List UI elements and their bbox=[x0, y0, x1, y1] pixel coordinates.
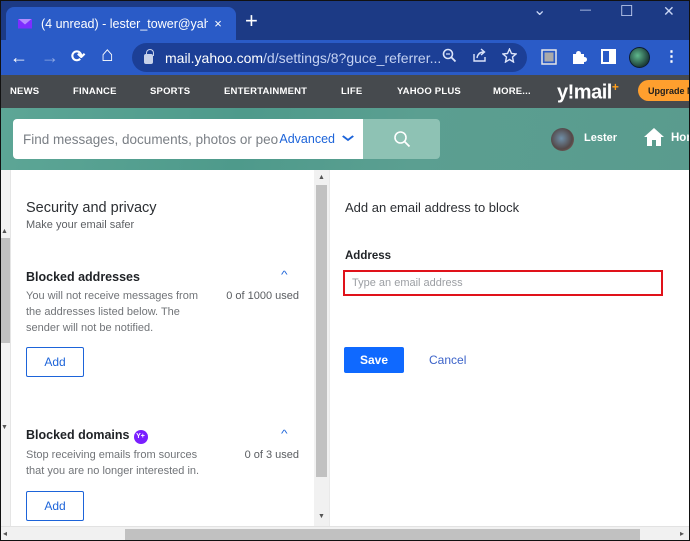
collapse-caret-icon[interactable]: ^ bbox=[281, 429, 288, 440]
mail-header: Find messages, documents, photos or peo … bbox=[0, 108, 690, 170]
home-button[interactable]: ⌂ bbox=[101, 44, 114, 66]
save-button[interactable]: Save bbox=[344, 347, 404, 373]
nav-entertainment[interactable]: ENTERTAINMENT bbox=[224, 86, 307, 97]
scrollbar-thumb[interactable] bbox=[316, 185, 327, 477]
scroll-up-arrow[interactable]: ▲ bbox=[1, 228, 8, 235]
blocked-addresses-title: Blocked addresses bbox=[26, 270, 140, 284]
yahoo-mail-logo[interactable]: y!mail+ bbox=[557, 80, 619, 105]
blocked-addresses-description: You will not receive messages from the a… bbox=[26, 290, 199, 334]
browser-toolbar: ← → ⟳ ⌂ mail.yahoo.com/d/settings/8?guce… bbox=[0, 40, 690, 75]
blocked-domains-description: Stop receiving emails from sources that … bbox=[26, 449, 200, 477]
horizontal-scrollbar[interactable]: ◂ ▸ bbox=[0, 526, 690, 541]
reload-button[interactable]: ⟳ bbox=[71, 46, 85, 68]
email-address-input[interactable] bbox=[343, 270, 663, 296]
search-input[interactable]: Find messages, documents, photos or peo bbox=[23, 132, 279, 147]
scrollbar-thumb[interactable] bbox=[1, 238, 10, 343]
address-label: Address bbox=[345, 250, 392, 262]
nav-sports[interactable]: SPORTS bbox=[150, 86, 190, 97]
collapse-caret-icon[interactable]: ^ bbox=[281, 270, 288, 281]
nav-yahoo-plus[interactable]: YAHOO PLUS bbox=[397, 86, 461, 97]
upgrade-button[interactable]: Upgrade Now bbox=[638, 80, 690, 101]
add-blocked-domain-button[interactable]: Add bbox=[26, 491, 84, 521]
close-window-button[interactable]: ✕ bbox=[663, 3, 675, 20]
tab-search-icon[interactable]: ⌄ bbox=[533, 0, 546, 20]
yahoo-plus-badge-icon: Y+ bbox=[133, 430, 148, 444]
lock-icon bbox=[144, 49, 154, 64]
browser-menu-icon[interactable]: ⋮ bbox=[664, 49, 679, 65]
bookmark-star-icon[interactable] bbox=[501, 47, 518, 67]
profile-avatar[interactable] bbox=[629, 47, 650, 68]
blocked-addresses-usage: 0 of 1000 used bbox=[226, 290, 299, 302]
search-icon bbox=[393, 131, 410, 148]
search-button[interactable] bbox=[363, 119, 440, 159]
user-avatar[interactable] bbox=[551, 128, 574, 151]
browser-tab-bar: (4 unread) - lester_tower@yahoo.com × + … bbox=[0, 0, 690, 40]
nav-finance[interactable]: FINANCE bbox=[73, 86, 117, 97]
scroll-down-arrow[interactable]: ▼ bbox=[1, 424, 8, 431]
zoom-icon[interactable] bbox=[442, 48, 457, 67]
left-pane-scrollbar[interactable]: ▲ ▼ bbox=[314, 170, 329, 526]
scroll-down-arrow[interactable]: ▼ bbox=[318, 513, 325, 520]
blocked-domains-label: Blocked domains bbox=[26, 428, 130, 442]
nav-life[interactable]: LIFE bbox=[341, 86, 362, 97]
new-tab-button[interactable]: + bbox=[245, 10, 258, 32]
yahoo-top-nav: NEWS FINANCE SPORTS ENTERTAINMENT LIFE Y… bbox=[0, 75, 690, 108]
share-icon[interactable] bbox=[472, 48, 488, 67]
maximize-button[interactable]: ☐ bbox=[620, 2, 633, 20]
back-button[interactable]: ← bbox=[10, 46, 28, 68]
outer-left-scrollbar[interactable]: ▲ ▼ bbox=[0, 170, 11, 526]
section-subtitle: Make your email safer bbox=[26, 219, 135, 231]
yahoo-mail-favicon-icon bbox=[18, 18, 32, 29]
nav-news[interactable]: NEWS bbox=[10, 86, 39, 97]
forward-button[interactable]: → bbox=[41, 46, 59, 68]
advanced-search-link[interactable]: Advanced bbox=[279, 132, 335, 146]
logo-text: y!mail bbox=[557, 81, 612, 104]
address-bar[interactable]: mail.yahoo.com/d/settings/8?guce_referre… bbox=[132, 43, 527, 72]
extensions-puzzle-icon[interactable] bbox=[571, 49, 587, 69]
home-icon[interactable] bbox=[643, 127, 665, 152]
home-link[interactable]: Home bbox=[671, 132, 690, 144]
add-blocked-address-button[interactable]: Add bbox=[26, 347, 84, 377]
logo-plus: + bbox=[611, 80, 619, 94]
url-host: mail.yahoo.com bbox=[165, 49, 264, 66]
user-name[interactable]: Lester bbox=[584, 132, 617, 144]
tab-title: (4 unread) - lester_tower@yahoo.com bbox=[41, 16, 208, 31]
chevron-down-icon[interactable] bbox=[342, 133, 355, 145]
browser-tab[interactable]: (4 unread) - lester_tower@yahoo.com × bbox=[6, 7, 236, 40]
add-block-title: Add an email address to block bbox=[345, 200, 520, 215]
minimize-button[interactable]: — bbox=[580, 4, 591, 16]
scroll-right-arrow[interactable]: ▸ bbox=[680, 529, 684, 538]
nav-more[interactable]: MORE... bbox=[493, 86, 531, 97]
pane-divider bbox=[329, 170, 330, 526]
scrollbar-thumb[interactable] bbox=[125, 529, 640, 540]
search-box[interactable]: Find messages, documents, photos or peo … bbox=[13, 119, 363, 159]
scroll-up-arrow[interactable]: ▲ bbox=[318, 174, 325, 181]
blocked-domains-usage: 0 of 3 used bbox=[244, 449, 299, 461]
scroll-left-arrow[interactable]: ◂ bbox=[3, 529, 7, 538]
cancel-button[interactable]: Cancel bbox=[429, 353, 466, 367]
url-path: /d/settings/8?guce_referrer... bbox=[263, 49, 442, 66]
blocked-domains-title: Blocked domains Y+ bbox=[26, 428, 148, 444]
close-tab-icon[interactable]: × bbox=[208, 16, 228, 31]
side-panel-icon[interactable] bbox=[601, 49, 616, 68]
section-title: Security and privacy bbox=[26, 200, 157, 216]
screenshot-extension-icon[interactable] bbox=[541, 49, 557, 69]
